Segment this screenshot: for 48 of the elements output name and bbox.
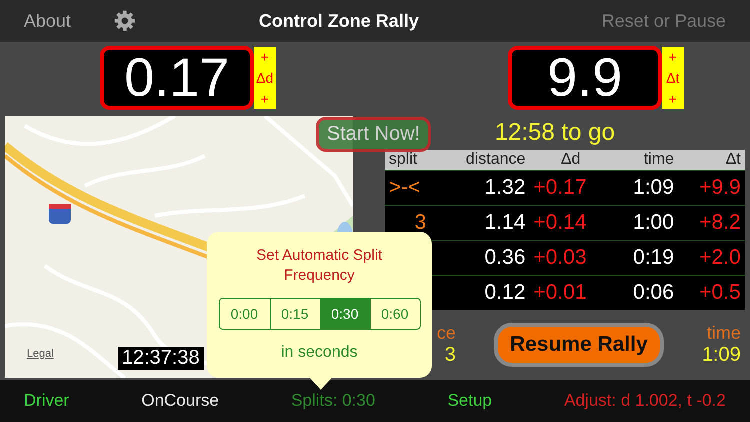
time-value: 1:09	[702, 344, 741, 367]
table-cell: 1:00	[612, 206, 678, 240]
table-cell: +8.2	[678, 206, 745, 240]
table-cell: 1.14	[438, 206, 530, 240]
frequency-option[interactable]: 0:60	[370, 299, 420, 329]
column-header: time	[612, 150, 678, 170]
caption-text: in seconds	[281, 344, 358, 362]
value-display: 0.17	[100, 46, 254, 110]
table-cell: +0.01	[530, 276, 612, 310]
time-label: time	[706, 323, 741, 344]
table-cell: +2.0	[678, 240, 745, 276]
value-display: 9.9	[508, 46, 662, 110]
distance-value: 3	[444, 344, 456, 367]
settings-icon[interactable]	[114, 10, 136, 32]
start-button[interactable]: Start Now!	[316, 117, 432, 152]
frequency-option[interactable]: 0:00	[220, 299, 270, 329]
table-cell: 0.12	[438, 276, 530, 310]
countdown-text: 12:58 to go	[494, 118, 616, 148]
tab[interactable]: Adjust: d 1.002, t -0.2	[564, 391, 726, 411]
table-cell: +0.5	[678, 276, 745, 310]
clock-display: 12:37:38	[118, 347, 204, 370]
distance-label: ce	[437, 323, 456, 344]
table-cell: 0:19	[612, 240, 678, 276]
adjust-button[interactable]: + Δd +	[254, 47, 276, 109]
table-cell: 0.36	[438, 240, 530, 276]
reset-button[interactable]: Reset or Pause	[602, 10, 726, 32]
table-cell: >-<	[385, 170, 438, 206]
window-title: Control Zone Rally	[258, 10, 420, 32]
resume-button[interactable]: Resume Rally	[494, 323, 664, 367]
table-cell: +0.17	[530, 170, 612, 206]
column-header: Δt	[678, 150, 745, 170]
table-cell: +0.14	[530, 206, 612, 240]
frequency-option[interactable]: 0:30	[320, 299, 370, 329]
tab[interactable]: Splits: 0:30	[291, 391, 376, 411]
about-button[interactable]: About	[24, 10, 114, 32]
legal-link[interactable]: Legal	[27, 348, 54, 360]
table-cell: +9.9	[678, 170, 745, 206]
popover-title: Set Automatic Split Frequency	[256, 246, 384, 286]
tab[interactable]: OnCourse	[142, 391, 220, 411]
table-cell: 1:09	[612, 170, 678, 206]
table-cell: 1.32	[438, 170, 530, 206]
adjust-button[interactable]: + Δt +	[662, 47, 684, 109]
tab[interactable]: Setup	[448, 391, 492, 411]
column-header: distance	[438, 150, 530, 170]
column-header: Δd	[530, 150, 612, 170]
table-cell: 0:06	[612, 276, 678, 310]
tab[interactable]: Driver	[24, 391, 70, 411]
table-cell: +0.03	[530, 240, 612, 276]
